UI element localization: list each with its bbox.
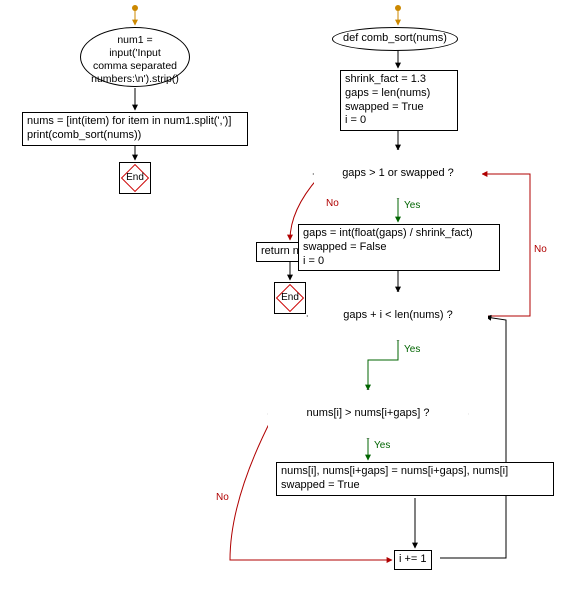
outer-no-label: No	[326, 198, 339, 209]
def-text: def comb_sort(nums)	[343, 32, 447, 44]
inner-cond: gaps + i < len(nums) ?	[308, 292, 488, 340]
right-end-label: End	[281, 292, 299, 305]
increment-text: i += 1	[399, 553, 427, 565]
increment-block: i += 1	[394, 550, 432, 570]
init-text: shrink_fact = 1.3 gaps = len(nums) swapp…	[345, 73, 430, 126]
input-block: num1 = input('Input comma separated numb…	[80, 27, 190, 87]
compare-cond: nums[i] > nums[i+gaps] ?	[268, 390, 468, 438]
inner-no-label: No	[534, 244, 547, 255]
swap-text: nums[i], nums[i+gaps] = nums[i+gaps], nu…	[281, 465, 508, 491]
process-block: nums = [int(item) for item in num1.split…	[22, 112, 248, 146]
outer-yes-label: Yes	[404, 200, 420, 211]
outer-cond-text: gaps > 1 or swapped ?	[342, 167, 454, 181]
left-end: End	[119, 162, 151, 194]
init-block: shrink_fact = 1.3 gaps = len(nums) swapp…	[340, 70, 458, 131]
compare-cond-text: nums[i] > nums[i+gaps] ?	[307, 407, 430, 421]
left-end-label: End	[126, 172, 144, 185]
outer-cond: gaps > 1 or swapped ?	[314, 150, 482, 198]
swap-block: nums[i], nums[i+gaps] = nums[i+gaps], nu…	[276, 462, 554, 496]
inner-yes-label: Yes	[404, 344, 420, 355]
input-text: num1 = input('Input comma separated numb…	[91, 34, 179, 87]
inner-cond-text: gaps + i < len(nums) ?	[343, 309, 452, 323]
gap-update-text: gaps = int(float(gaps) / shrink_fact) sw…	[303, 227, 473, 267]
def-block: def comb_sort(nums)	[332, 27, 458, 51]
right-end: End	[274, 282, 306, 314]
compare-yes-label: Yes	[374, 440, 390, 451]
process-text: nums = [int(item) for item in num1.split…	[27, 115, 231, 141]
gap-update-block: gaps = int(float(gaps) / shrink_fact) sw…	[298, 224, 500, 271]
compare-no-label: No	[216, 492, 229, 503]
